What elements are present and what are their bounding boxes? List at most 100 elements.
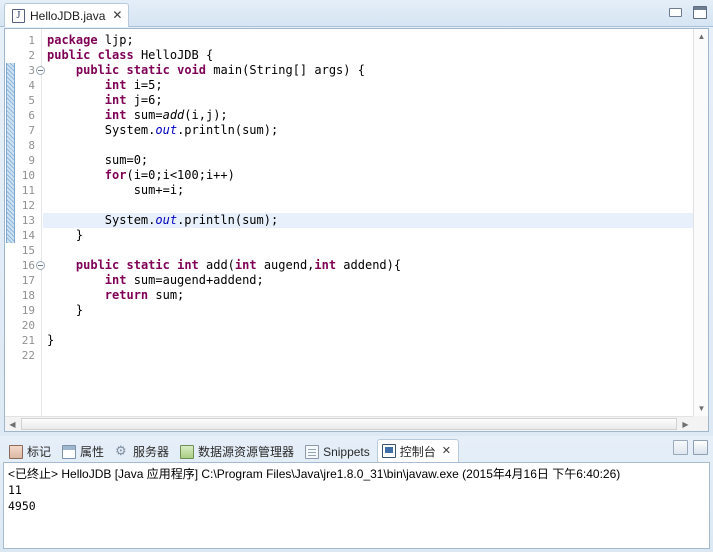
view-tab-2[interactable]: 属性 bbox=[58, 441, 111, 462]
scroll-down-icon[interactable]: ▼ bbox=[694, 401, 708, 416]
line-number: 10 bbox=[21, 169, 35, 182]
scroll-up-icon[interactable]: ▲ bbox=[694, 29, 708, 44]
console-output-area[interactable]: <已终止> HelloJDB [Java 应用程序] C:\Program Fi… bbox=[3, 462, 710, 549]
code-line[interactable]: 22 bbox=[5, 348, 708, 363]
fold-collapse-icon[interactable] bbox=[36, 261, 45, 270]
code-line[interactable]: 5 int j=6; bbox=[5, 93, 708, 108]
console-status-line: <已终止> HelloJDB [Java 应用程序] C:\Program Fi… bbox=[8, 467, 621, 481]
java-file-icon bbox=[12, 8, 25, 23]
line-number: 9 bbox=[28, 154, 35, 167]
code-line[interactable]: 17 int sum=augend+addend; bbox=[5, 273, 708, 288]
line-number: 14 bbox=[21, 229, 35, 242]
code-line[interactable]: 16 public static int add(int augend,int … bbox=[5, 258, 708, 273]
line-number: 15 bbox=[21, 244, 35, 257]
code-line[interactable]: 2 public class HelloJDB { bbox=[5, 48, 708, 63]
editor-horizontal-scrollbar[interactable]: ◀ ▶ bbox=[5, 416, 693, 431]
maximize-icon[interactable] bbox=[693, 6, 707, 19]
code-line[interactable]: 10 for(i=0;i<100;i++) bbox=[5, 168, 708, 183]
view-tab-label: 标记 bbox=[27, 445, 52, 459]
close-icon[interactable]: ✕ bbox=[442, 444, 451, 457]
view-tab-5[interactable]: Snippets bbox=[301, 441, 377, 462]
close-icon[interactable]: ✕ bbox=[112, 9, 122, 21]
code-text: int sum=add(i,j); bbox=[104, 108, 228, 122]
line-number: 22 bbox=[21, 349, 35, 362]
code-line[interactable]: 13 System.out.println(sum); bbox=[5, 213, 708, 228]
view-tab-4[interactable]: 数据源资源管理器 bbox=[176, 441, 301, 462]
view-tab-label: 数据源资源管理器 bbox=[198, 445, 295, 459]
code-line[interactable]: 7 System.out.println(sum); bbox=[5, 123, 708, 138]
view-tab-label: 属性 bbox=[80, 445, 105, 459]
code-line-list: 1 package ljp; 2 public class HelloJDB {3 p… bbox=[5, 33, 708, 363]
code-text: sum=0; bbox=[47, 153, 149, 167]
minimize-icon[interactable] bbox=[669, 8, 682, 17]
code-text: return sum; bbox=[104, 288, 185, 302]
view-tab-6[interactable]: 控制台 ✕ bbox=[376, 439, 459, 462]
line-number: 4 bbox=[28, 79, 35, 92]
code-line[interactable]: 12 bbox=[5, 198, 708, 213]
code-line[interactable]: 9 sum=0; bbox=[5, 153, 708, 168]
line-number: 17 bbox=[21, 274, 35, 287]
open-console-menu-icon[interactable] bbox=[693, 440, 708, 455]
code-line[interactable]: 6 int sum=add(i,j); bbox=[5, 108, 708, 123]
line-number: 3 bbox=[28, 64, 35, 77]
code-text: } bbox=[47, 228, 84, 242]
editor-window-controls bbox=[669, 6, 707, 19]
code-editor[interactable]: 1 package ljp; 2 public class HelloJDB {3 p… bbox=[4, 28, 709, 432]
code-line[interactable]: 18 return sum; bbox=[5, 288, 708, 303]
code-text: int j=6; bbox=[104, 93, 163, 107]
editor-vertical-scrollbar[interactable]: ▲ ▼ bbox=[693, 29, 708, 416]
line-number: 11 bbox=[21, 184, 35, 197]
servers-icon bbox=[115, 443, 129, 459]
line-number: 19 bbox=[21, 304, 35, 317]
code-line[interactable]: 11 sum+=i; bbox=[5, 183, 708, 198]
scroll-right-icon[interactable]: ▶ bbox=[678, 417, 693, 431]
editor-part: HelloJDB.java ✕ 1 package ljp; 2 public cla… bbox=[0, 0, 713, 436]
editor-tab-hellojdb[interactable]: HelloJDB.java ✕ bbox=[4, 3, 130, 27]
code-text: System.out.println(sum); bbox=[47, 123, 279, 137]
display-selected-console-icon[interactable] bbox=[673, 440, 688, 455]
console-line: 4950 bbox=[8, 499, 36, 513]
line-number: 8 bbox=[28, 139, 35, 152]
code-text: int i=5; bbox=[104, 78, 163, 92]
code-text: package ljp; bbox=[47, 33, 134, 47]
line-number: 21 bbox=[21, 334, 35, 347]
eclipse-workbench: HelloJDB.java ✕ 1 package ljp; 2 public cla… bbox=[0, 0, 713, 552]
line-number: 12 bbox=[21, 199, 35, 212]
code-line[interactable]: 8 bbox=[5, 138, 708, 153]
datasource-icon bbox=[180, 444, 195, 459]
properties-icon bbox=[62, 444, 77, 459]
line-number: 2 bbox=[28, 49, 35, 62]
marker-icon bbox=[9, 444, 23, 459]
code-text: for(i=0;i<100;i++) bbox=[104, 168, 235, 182]
code-line[interactable]: 21} bbox=[5, 333, 708, 348]
line-number: 16 bbox=[21, 259, 35, 272]
code-text: sum+=i; bbox=[47, 183, 185, 197]
line-number: 20 bbox=[21, 319, 35, 332]
scroll-left-icon[interactable]: ◀ bbox=[5, 417, 20, 431]
editor-tab-bar: HelloJDB.java ✕ bbox=[0, 0, 713, 27]
code-line[interactable]: 1 package ljp; bbox=[5, 33, 708, 48]
fold-collapse-icon[interactable] bbox=[36, 66, 45, 75]
code-line[interactable]: 3 public static void main(String[] args)… bbox=[5, 63, 708, 78]
code-line[interactable]: 20 bbox=[5, 318, 708, 333]
line-number: 6 bbox=[28, 109, 35, 122]
code-text: public static void main(String[] args) { bbox=[75, 63, 365, 77]
code-line[interactable]: 4 int i=5; bbox=[5, 78, 708, 93]
code-line[interactable]: 15 bbox=[5, 243, 708, 258]
code-text: public static int add(int augend,int add… bbox=[75, 258, 402, 272]
console-icon bbox=[381, 444, 396, 458]
hscroll-thumb[interactable] bbox=[21, 418, 677, 430]
view-tab-3[interactable]: 服务器 bbox=[111, 441, 176, 462]
line-number: 18 bbox=[21, 289, 35, 302]
snippets-icon bbox=[305, 444, 320, 459]
view-tab-bar: 标记 属性 服务器 数据源资源管理器 Snippets 控制台 ✕ bbox=[0, 436, 713, 462]
scrollbar-corner bbox=[693, 416, 708, 431]
code-line[interactable]: 19 } bbox=[5, 303, 708, 318]
view-tab-label: 服务器 bbox=[133, 445, 170, 459]
code-text: System.out.println(sum); bbox=[47, 213, 279, 228]
code-line[interactable]: 14 } bbox=[5, 228, 708, 243]
editor-tab-label: HelloJDB.java bbox=[30, 8, 106, 23]
view-tab-1[interactable]: 标记 bbox=[5, 441, 58, 462]
view-tab-label: 控制台 bbox=[399, 444, 436, 459]
bottom-view-part: 标记 属性 服务器 数据源资源管理器 Snippets 控制台 ✕ <已终止> HelloJ… bbox=[0, 436, 713, 552]
